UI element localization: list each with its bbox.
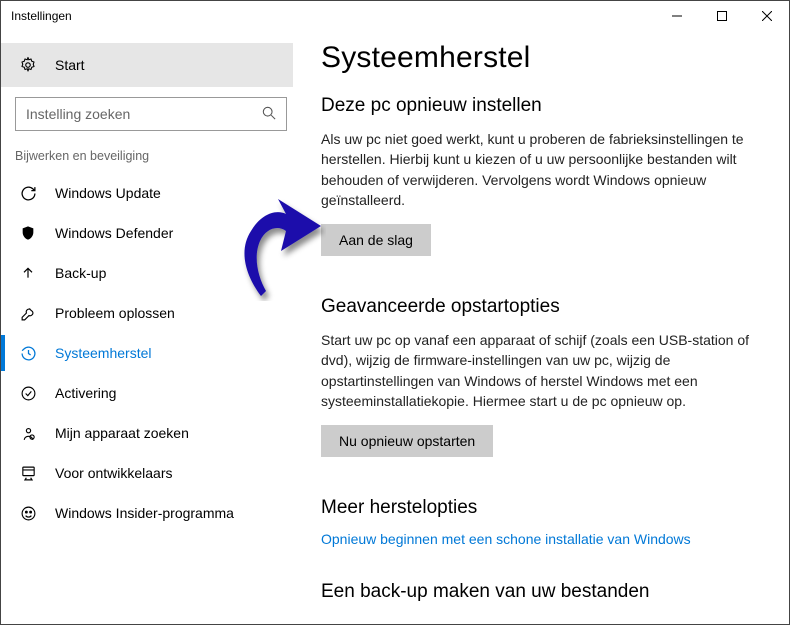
check-circle-icon xyxy=(19,384,37,402)
sidebar-item-label: Voor ontwikkelaars xyxy=(55,465,173,481)
fresh-start-link[interactable]: Opnieuw beginnen met een schone installa… xyxy=(321,531,751,547)
sidebar-item-windows-update[interactable]: Windows Update xyxy=(1,173,301,213)
history-icon xyxy=(19,344,37,362)
sidebar-section-label: Bijwerken en beveiliging xyxy=(1,149,301,173)
maximize-button[interactable] xyxy=(699,1,744,31)
minimize-button[interactable] xyxy=(654,1,699,31)
search-input[interactable]: Instelling zoeken xyxy=(15,97,287,131)
sidebar-item-recovery[interactable]: Systeemherstel xyxy=(1,333,301,373)
insider-icon xyxy=(19,504,37,522)
find-device-icon xyxy=(19,424,37,442)
reset-text: Als uw pc niet goed werkt, kunt u prober… xyxy=(321,129,751,210)
sidebar-item-insider[interactable]: Windows Insider-programma xyxy=(1,493,301,533)
sidebar-item-label: Systeemherstel xyxy=(55,345,151,361)
sidebar-item-label: Windows Defender xyxy=(55,225,173,241)
gear-icon xyxy=(19,56,37,74)
sidebar-item-label: Probleem oplossen xyxy=(55,305,175,321)
sync-icon xyxy=(19,184,37,202)
sidebar-item-label: Back-up xyxy=(55,265,106,281)
window-controls xyxy=(654,1,789,31)
sidebar-item-label: Windows Update xyxy=(55,185,161,201)
reset-start-button[interactable]: Aan de slag xyxy=(321,224,431,256)
window-title: Instellingen xyxy=(11,9,72,23)
start-label: Start xyxy=(55,57,85,73)
search-placeholder: Instelling zoeken xyxy=(26,106,130,122)
sidebar-item-label: Activering xyxy=(55,385,116,401)
more-options-heading: Meer herstelopties xyxy=(321,497,751,519)
sidebar: Start Instelling zoeken Bijwerken en bev… xyxy=(1,31,301,624)
sidebar-item-troubleshoot[interactable]: Probleem oplossen xyxy=(1,293,301,333)
sidebar-item-label: Mijn apparaat zoeken xyxy=(55,425,189,441)
shield-icon xyxy=(19,224,37,242)
backup-heading: Een back-up maken van uw bestanden xyxy=(321,581,751,603)
wrench-icon xyxy=(19,304,37,322)
sidebar-item-label: Windows Insider-programma xyxy=(55,505,234,521)
advanced-heading: Geavanceerde opstartopties xyxy=(321,296,751,318)
developer-icon xyxy=(19,464,37,482)
titlebar: Instellingen xyxy=(1,1,789,31)
start-button[interactable]: Start xyxy=(1,43,293,87)
main-content: Systeemherstel Deze pc opnieuw instellen… xyxy=(301,31,789,624)
backup-arrow-icon xyxy=(19,264,37,282)
sidebar-item-developers[interactable]: Voor ontwikkelaars xyxy=(1,453,301,493)
close-button[interactable] xyxy=(744,1,789,31)
sidebar-item-find-device[interactable]: Mijn apparaat zoeken xyxy=(1,413,301,453)
sidebar-item-windows-defender[interactable]: Windows Defender xyxy=(1,213,301,253)
reset-heading: Deze pc opnieuw instellen xyxy=(321,95,751,117)
advanced-text: Start uw pc op vanaf een apparaat of sch… xyxy=(321,330,751,411)
search-icon xyxy=(262,106,276,123)
sidebar-item-backup[interactable]: Back-up xyxy=(1,253,301,293)
restart-now-button[interactable]: Nu opnieuw opstarten xyxy=(321,425,493,457)
page-title: Systeemherstel xyxy=(321,41,751,75)
sidebar-item-activation[interactable]: Activering xyxy=(1,373,301,413)
